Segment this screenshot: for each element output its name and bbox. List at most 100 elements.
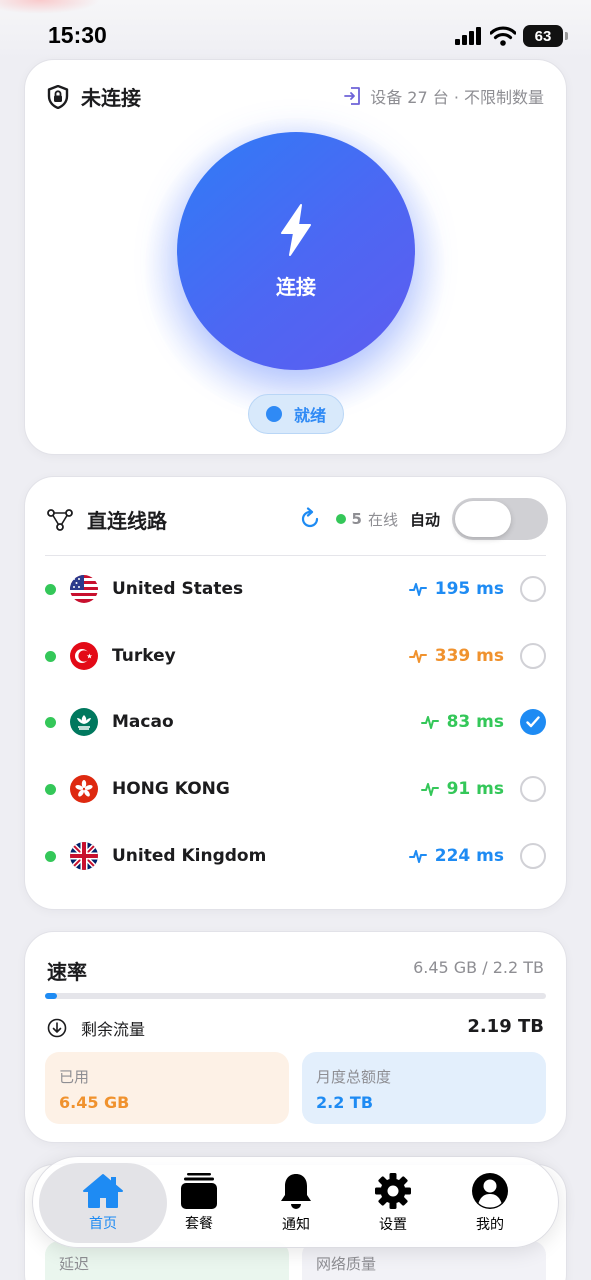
- remaining-traffic-row: 剩余流量: [47, 1016, 145, 1040]
- server-row[interactable]: Turkey 339 ms: [45, 631, 546, 681]
- server-row[interactable]: United Kingdom 224 ms: [45, 831, 546, 881]
- server-name: Turkey: [112, 646, 176, 666]
- lines-header: 直连线路: [47, 505, 167, 534]
- pulse-icon: [420, 783, 439, 796]
- refresh-icon[interactable]: [298, 507, 322, 531]
- device-info-text: 设备 27 台 · 不限制数量: [370, 88, 544, 107]
- cellular-signal-icon: [455, 27, 481, 45]
- server-name: Macao: [112, 712, 174, 732]
- server-latency: 83 ms: [420, 712, 504, 732]
- tab-plans[interactable]: 套餐: [151, 1167, 247, 1239]
- server-latency: 224 ms: [408, 846, 504, 866]
- server-select-radio[interactable]: [520, 643, 546, 669]
- network-quality-label: 网络质量: [316, 1255, 377, 1273]
- status-time: 15:30: [48, 22, 107, 48]
- server-online-dot: [45, 650, 56, 662]
- server-latency-value: 91 ms: [446, 779, 504, 799]
- total-quota-box: 月度总额度 2.2 TB: [302, 1052, 546, 1124]
- server-select-radio[interactable]: [520, 843, 546, 869]
- online-label: 在线: [367, 510, 398, 529]
- connect-button[interactable]: 连接: [177, 132, 415, 370]
- battery-indicator: 63: [523, 25, 568, 47]
- plans-icon: [181, 1173, 217, 1209]
- tab-notifications-label: 通知: [282, 1217, 310, 1233]
- server-latency-value: 83 ms: [446, 712, 504, 732]
- gear-icon: [375, 1173, 411, 1209]
- lines-card: 直连线路 5 在线 自动 United States 195 ms Turkey…: [24, 476, 567, 910]
- total-quota-value: 2.2 TB: [316, 1093, 374, 1112]
- status-icons: 63: [455, 25, 568, 47]
- online-indicator: [335, 514, 346, 524]
- lines-controls: 5 在线 自动: [298, 498, 548, 540]
- status-badge: 就绪: [248, 394, 344, 434]
- pulse-icon: [408, 850, 427, 863]
- server-row[interactable]: United States 195 ms: [45, 564, 546, 614]
- us-flag-icon: [70, 575, 98, 603]
- server-latency-value: 195 ms: [434, 579, 504, 599]
- mo-flag-icon: [70, 708, 98, 736]
- tab-profile-label: 我的: [476, 1217, 504, 1233]
- server-online-dot: [45, 850, 56, 862]
- status-bar: 15:30 63: [0, 0, 591, 60]
- bell-icon: [281, 1174, 311, 1209]
- connection-header: 未连接: [47, 82, 141, 111]
- pulse-icon: [408, 583, 427, 596]
- download-circle-icon: [47, 1018, 67, 1038]
- tab-settings[interactable]: 设置: [345, 1167, 441, 1239]
- used-traffic-label: 已用: [59, 1068, 90, 1086]
- device-info: 设备 27 台 · 不限制数量: [344, 84, 544, 108]
- tab-plans-label: 套餐: [185, 1216, 213, 1232]
- traffic-progress-fill: [45, 993, 58, 999]
- shield-lock-icon: [47, 84, 69, 109]
- lines-title: 直连线路: [87, 509, 167, 533]
- server-row[interactable]: Macao 83 ms: [45, 697, 546, 747]
- server-latency-value: 339 ms: [434, 646, 504, 666]
- tab-home[interactable]: 首页: [55, 1167, 151, 1239]
- status-badge-text: 就绪: [293, 406, 326, 425]
- wifi-icon: [490, 26, 516, 46]
- device-login-icon: [344, 87, 361, 105]
- checkmark-icon: [526, 716, 540, 728]
- hk-flag-icon: [70, 775, 98, 803]
- server-latency: 195 ms: [408, 579, 504, 599]
- profile-icon: [472, 1173, 508, 1209]
- remaining-traffic-label: 剩余流量: [81, 1020, 146, 1039]
- pulse-icon: [420, 716, 439, 729]
- connection-card: 未连接 设备 27 台 · 不限制数量 连接 就绪: [24, 59, 567, 455]
- gb-flag-icon: [70, 842, 98, 870]
- traffic-usage: 6.45 GB / 2.2 TB: [413, 958, 544, 977]
- remaining-traffic-value: 2.19 TB: [467, 1016, 544, 1037]
- tab-notifications[interactable]: 通知: [248, 1167, 344, 1239]
- server-online-dot: [45, 583, 56, 595]
- network-nodes-icon: [47, 508, 73, 531]
- connection-status-title: 未连接: [81, 86, 141, 110]
- tab-home-label: 首页: [89, 1216, 117, 1232]
- server-select-radio-checked[interactable]: [520, 709, 546, 735]
- lines-divider: [45, 555, 546, 556]
- traffic-title: 速率: [47, 960, 87, 984]
- used-traffic-value: 6.45 GB: [59, 1093, 130, 1112]
- tab-profile[interactable]: 我的: [442, 1167, 538, 1239]
- connect-button-label: 连接: [276, 274, 316, 299]
- tab-bar: 首页 套餐 通知 设置 我的: [32, 1156, 559, 1248]
- tr-flag-icon: [70, 642, 98, 670]
- server-online-dot: [45, 716, 56, 728]
- server-row[interactable]: HONG KONG 91 ms: [45, 764, 546, 814]
- server-online-dot: [45, 783, 56, 795]
- used-traffic-box: 已用 6.45 GB: [45, 1052, 289, 1124]
- pulse-icon: [408, 650, 427, 663]
- toggle-knob: [455, 501, 511, 537]
- server-latency-value: 224 ms: [434, 846, 504, 866]
- total-quota-label: 月度总额度: [316, 1068, 392, 1086]
- home-icon: [83, 1174, 123, 1208]
- latency-label: 延迟: [59, 1255, 90, 1273]
- status-bar-decoration: [0, 0, 100, 14]
- traffic-card: 速率 6.45 GB / 2.2 TB 剩余流量 2.19 TB 已用 6.45…: [24, 931, 567, 1143]
- server-name: HONG KONG: [112, 779, 230, 799]
- tab-settings-label: 设置: [379, 1217, 407, 1233]
- server-select-radio[interactable]: [520, 776, 546, 802]
- server-select-radio[interactable]: [520, 576, 546, 602]
- server-name: United States: [112, 579, 244, 599]
- auto-select-label: 自动: [409, 510, 440, 529]
- auto-select-toggle[interactable]: [452, 498, 548, 540]
